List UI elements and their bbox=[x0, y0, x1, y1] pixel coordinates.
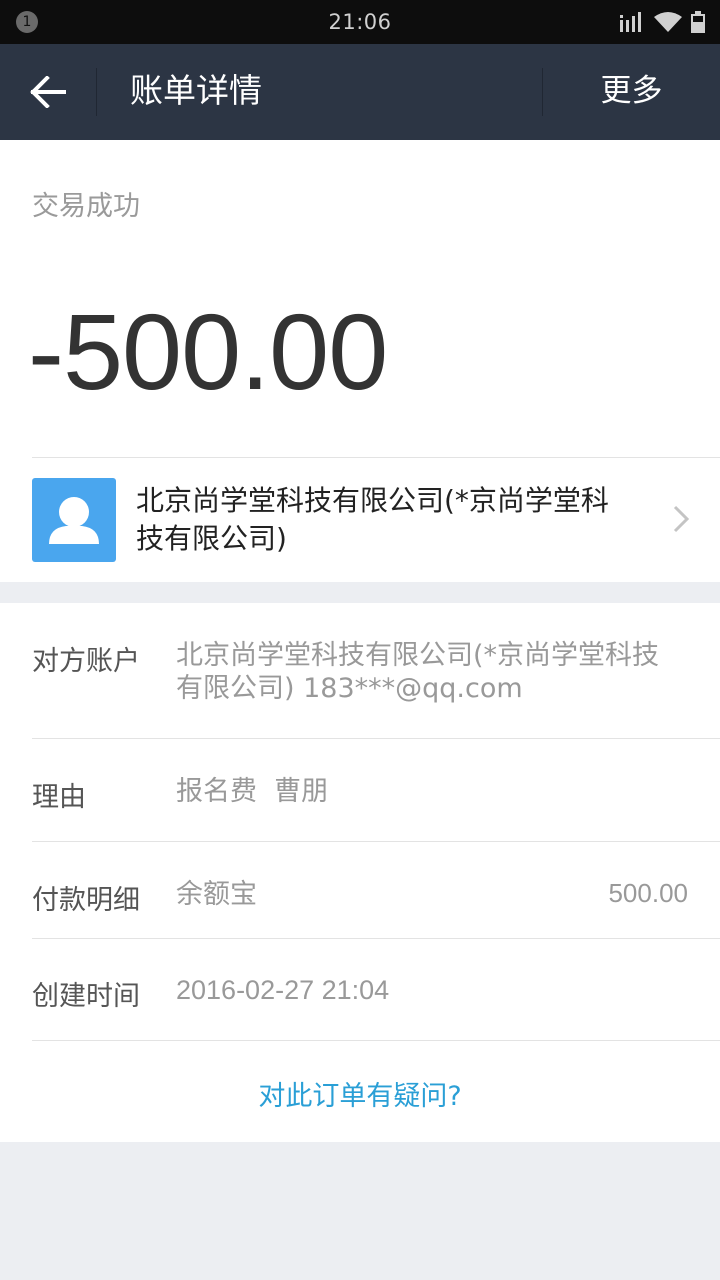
page-title: 账单详情 bbox=[130, 71, 262, 110]
status-time: 21:06 bbox=[328, 10, 392, 34]
status-bar: 1 21:06 bbox=[0, 0, 720, 44]
reason-label: 理由 bbox=[32, 782, 86, 813]
payment-label: 付款明细 bbox=[32, 885, 140, 916]
account-value: 北京尚学堂科技有限公司(*京尚学堂科技有限公司) 183***@qq.com bbox=[176, 640, 660, 704]
detail-row-created: 创建时间 2016-02-27 21:04 bbox=[0, 939, 720, 1039]
signal-icon bbox=[620, 12, 641, 32]
status-icons bbox=[620, 10, 706, 34]
chevron-right-icon bbox=[673, 505, 690, 533]
battery-icon bbox=[691, 11, 705, 33]
detail-row-payment: 付款明细 余额宝 500.00 bbox=[0, 842, 720, 938]
details-card: 对方账户 北京尚学堂科技有限公司(*京尚学堂科技有限公司) 183***@qq.… bbox=[0, 603, 720, 1142]
transaction-amount: -500.00 bbox=[28, 291, 388, 412]
reason-value: 报名费 曹朋 bbox=[176, 776, 329, 807]
wifi-icon bbox=[654, 12, 682, 32]
merchant-name: 北京尚学堂科技有限公司(*京尚学堂科技有限公司) bbox=[136, 484, 609, 555]
created-value: 2016-02-27 21:04 bbox=[176, 975, 390, 1005]
detail-row-reason: 理由 报名费 曹朋 bbox=[0, 739, 720, 841]
notification-badge: 1 bbox=[16, 11, 38, 33]
payment-amount: 500.00 bbox=[608, 878, 688, 908]
payment-method: 余额宝 bbox=[176, 879, 257, 910]
more-button[interactable]: 更多 bbox=[543, 44, 720, 140]
account-label: 对方账户 bbox=[32, 646, 140, 677]
title-divider bbox=[96, 68, 97, 116]
summary-card: 交易成功 -500.00 北京尚学堂科技有限公司(*京尚学堂科技有限公司) bbox=[0, 140, 720, 582]
detail-row-account: 对方账户 北京尚学堂科技有限公司(*京尚学堂科技有限公司) 183***@qq.… bbox=[0, 603, 720, 738]
title-bar: 账单详情 更多 bbox=[0, 44, 720, 140]
created-label: 创建时间 bbox=[32, 981, 140, 1012]
back-button[interactable] bbox=[0, 44, 96, 140]
trade-status: 交易成功 bbox=[32, 191, 140, 222]
order-question-link[interactable]: 对此订单有疑问? bbox=[0, 1074, 720, 1113]
divider bbox=[32, 1040, 720, 1041]
user-avatar-icon bbox=[32, 478, 116, 562]
merchant-row[interactable]: 北京尚学堂科技有限公司(*京尚学堂科技有限公司) bbox=[0, 458, 720, 582]
back-arrow-icon bbox=[30, 76, 66, 108]
